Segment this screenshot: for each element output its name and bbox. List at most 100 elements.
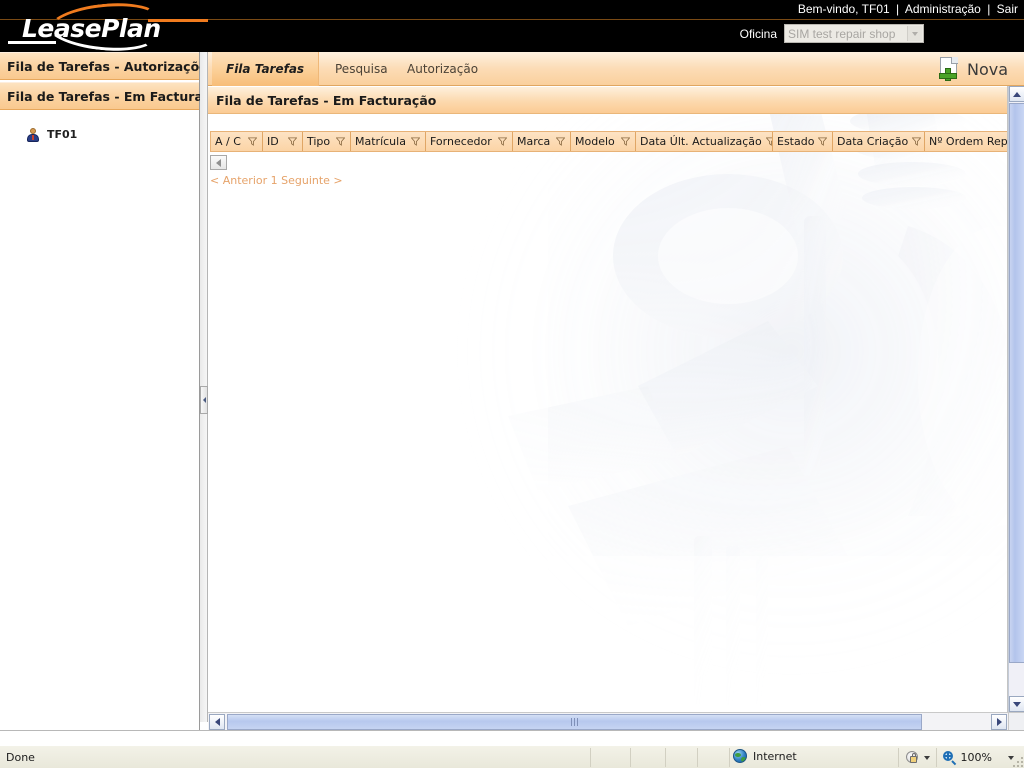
sidebar-item-autorizacoes[interactable]: Fila de Tarefas - Autorizações bbox=[0, 52, 215, 80]
tab-autorizacao[interactable]: Autorização bbox=[393, 52, 492, 86]
scroll-down-button[interactable] bbox=[1009, 696, 1024, 712]
grid-column-label: ID bbox=[267, 135, 279, 148]
content-panel: Fila de Tarefas - Em Facturação A / C ID T… bbox=[208, 86, 1008, 712]
scroll-up-button[interactable] bbox=[1009, 86, 1024, 102]
horizontal-scrollbar[interactable] bbox=[208, 712, 1008, 730]
grid-column-header[interactable]: Fornecedor bbox=[426, 132, 513, 151]
zoom-level-label: 100% bbox=[960, 751, 992, 764]
chevron-left-icon bbox=[214, 718, 220, 726]
scroll-thumb-grip-icon bbox=[571, 718, 578, 726]
tab-fila-tarefas[interactable]: Fila Tarefas bbox=[212, 52, 320, 86]
zoom-in-icon bbox=[942, 750, 957, 765]
funnel-icon bbox=[765, 137, 772, 146]
pager-button-row bbox=[210, 155, 1007, 170]
funnel-icon bbox=[556, 137, 565, 146]
grid-column-header[interactable]: ID bbox=[263, 132, 303, 151]
pager-next-link[interactable]: Seguinte > bbox=[281, 174, 343, 187]
column-filter-icon[interactable] bbox=[288, 137, 298, 146]
column-filter-icon[interactable] bbox=[411, 137, 421, 146]
user-icon bbox=[26, 128, 40, 142]
tab-pesquisa[interactable]: Pesquisa bbox=[321, 52, 402, 86]
resize-grip-icon[interactable] bbox=[1011, 755, 1023, 767]
horizontal-scroll-thumb[interactable] bbox=[227, 714, 922, 730]
vertical-scroll-thumb[interactable] bbox=[1009, 103, 1024, 663]
pager-page-number[interactable]: 1 bbox=[271, 174, 278, 187]
grid-column-label: Data Últ. Actualização bbox=[640, 135, 762, 148]
nova-button-label: Nova bbox=[966, 59, 1008, 79]
app-header: LeasePlan Bem-vindo, TF01 | Administraçã… bbox=[0, 0, 1024, 52]
pager-links: < Anterior 1 Seguinte > bbox=[210, 174, 1007, 187]
scroll-right-button[interactable] bbox=[991, 714, 1007, 730]
grid-column-header[interactable]: Modelo bbox=[571, 132, 636, 151]
grid-column-header[interactable]: Matrícula bbox=[351, 132, 426, 151]
column-filter-icon[interactable] bbox=[556, 137, 566, 146]
funnel-icon bbox=[818, 137, 828, 146]
status-bar: Done Internet 100% bbox=[0, 745, 1024, 768]
privacy-settings-button[interactable] bbox=[897, 748, 936, 767]
grid-column-header[interactable]: A / C bbox=[211, 132, 263, 151]
welcome-username: TF01 bbox=[861, 2, 890, 16]
oficina-select[interactable]: SIM test repair shop bbox=[784, 24, 924, 43]
funnel-icon bbox=[912, 137, 922, 146]
tab-bar: Fila Tarefas Pesquisa Autorização Nova bbox=[208, 52, 1024, 86]
vertical-scrollbar[interactable] bbox=[1008, 86, 1024, 712]
column-filter-icon[interactable] bbox=[621, 137, 631, 146]
column-filter-icon[interactable] bbox=[498, 137, 508, 146]
lock-icon bbox=[905, 750, 920, 765]
funnel-icon bbox=[411, 137, 420, 146]
nova-button[interactable]: Nova bbox=[932, 54, 1014, 84]
zoom-control[interactable]: 100% bbox=[935, 748, 1020, 767]
security-zone-label: Internet bbox=[753, 749, 797, 763]
welcome-text: Bem-vindo, bbox=[797, 2, 859, 16]
grid-header-row: A / C ID Tipo Matrícula Fornecedor Marca Model… bbox=[210, 131, 1007, 152]
column-filter-icon[interactable] bbox=[336, 137, 346, 146]
oficina-label: Oficina bbox=[739, 26, 777, 41]
funnel-icon bbox=[336, 137, 345, 146]
grid-column-label: Modelo bbox=[575, 135, 615, 148]
new-document-icon bbox=[938, 56, 962, 82]
grid-column-header[interactable]: Marca bbox=[513, 132, 571, 151]
logout-link[interactable]: Sair bbox=[997, 2, 1018, 16]
grid-column-label: Fornecedor bbox=[430, 135, 492, 148]
sidebar-user-row[interactable]: TF01 bbox=[0, 126, 199, 144]
grid-column-header[interactable]: Nº Ordem Reparação bbox=[925, 132, 1007, 151]
sidebar-item-label: Fila de Tarefas - Em Facturação bbox=[7, 89, 228, 104]
status-bar-right: 100% bbox=[897, 748, 1020, 767]
sidebar-item-label: Fila de Tarefas - Autorizações bbox=[7, 59, 216, 74]
logo-text: LeasePlan bbox=[22, 14, 161, 43]
link-separator-1: | bbox=[896, 2, 900, 16]
grid-column-label: A / C bbox=[215, 135, 241, 148]
column-filter-icon[interactable] bbox=[912, 137, 922, 146]
chevron-right-icon bbox=[996, 718, 1002, 726]
grid-column-label: Matrícula bbox=[355, 135, 406, 148]
sidebar-collapse-handle[interactable] bbox=[200, 386, 208, 414]
pager-back-button[interactable] bbox=[210, 155, 227, 170]
security-zone[interactable]: Internet bbox=[733, 749, 797, 763]
page-title: Fila de Tarefas - Em Facturação bbox=[208, 86, 1007, 114]
funnel-icon bbox=[248, 137, 257, 146]
grid-column-label: Data Criação bbox=[837, 135, 909, 148]
task-grid: A / C ID Tipo Matrícula Fornecedor Marca Model… bbox=[210, 131, 1007, 187]
content-bottom-strip bbox=[0, 730, 1024, 745]
chevron-down-icon bbox=[1013, 701, 1021, 707]
chevron-left-icon bbox=[202, 397, 206, 403]
sidebar-item-em-facturacao[interactable]: Fila de Tarefas - Em Facturação bbox=[0, 82, 227, 110]
grid-column-header[interactable]: Data Criação bbox=[833, 132, 925, 151]
status-message: Done bbox=[6, 751, 35, 764]
tab-label: Autorização bbox=[407, 62, 479, 76]
column-filter-icon[interactable] bbox=[248, 137, 258, 146]
tab-label: Pesquisa bbox=[335, 62, 388, 76]
grid-column-header[interactable]: Estado bbox=[773, 132, 833, 151]
pager-prev-link[interactable]: < Anterior bbox=[210, 174, 267, 187]
header-links: Bem-vindo, TF01 | Administração | Sair bbox=[798, 2, 1018, 16]
grid-column-header[interactable]: Tipo bbox=[303, 132, 351, 151]
oficina-select-value: SIM test repair shop bbox=[788, 27, 896, 41]
grid-column-label: Estado bbox=[777, 135, 815, 148]
funnel-icon bbox=[621, 137, 630, 146]
link-separator-2: | bbox=[987, 2, 991, 16]
scroll-left-button[interactable] bbox=[209, 714, 225, 730]
column-filter-icon[interactable] bbox=[765, 137, 772, 146]
admin-link[interactable]: Administração bbox=[905, 2, 981, 16]
grid-column-header[interactable]: Data Últ. Actualização bbox=[636, 132, 773, 151]
column-filter-icon[interactable] bbox=[818, 137, 828, 146]
